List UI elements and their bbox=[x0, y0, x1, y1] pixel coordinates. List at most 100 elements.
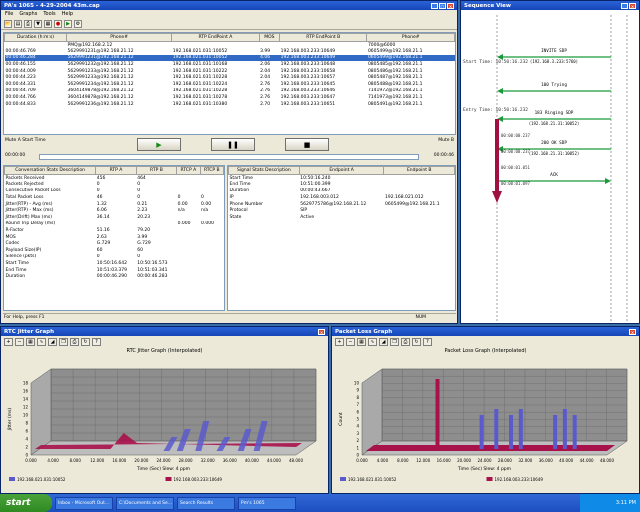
menu-graphs[interactable]: Graphs bbox=[19, 11, 37, 17]
stats-row[interactable]: MOS 2.63 3.99 bbox=[5, 234, 224, 241]
system-tray: 3:11 PM bbox=[580, 494, 640, 512]
column-header[interactable]: RTP B bbox=[135, 166, 178, 175]
call-row[interactable]: 00:00:46.155 5629991232@192.168.21.12 192.… bbox=[5, 61, 455, 68]
stats-row[interactable]: Round Trip Delay (ms) 0.000 0.000 bbox=[5, 221, 224, 228]
call-row[interactable]: 00:00:44.766 3604149878@192.168.21.12 192.… bbox=[5, 94, 455, 101]
stats-row[interactable]: Duration 00:00:46.290 00:00:46.283 bbox=[5, 273, 224, 280]
table-cell: Jitter(RTP) - Avg (ms) bbox=[5, 201, 53, 207]
maximize-button[interactable]: □ bbox=[439, 2, 446, 9]
call-row[interactable]: 00:00:44.833 5629991236@192.168.21.12 192.… bbox=[5, 101, 455, 108]
loss-close-button[interactable]: × bbox=[629, 328, 636, 335]
stats-row[interactable]: Total Packet Loss 46 0 0 0 bbox=[5, 194, 224, 201]
save-icon[interactable]: ▤ bbox=[14, 20, 22, 28]
call-row[interactable]: 00:00:44.331 5629991234@192.168.21.12 192.… bbox=[5, 81, 455, 88]
table-cell: 3604149878@192.168.21.12 bbox=[67, 95, 134, 101]
filter-icon[interactable]: ▼ bbox=[34, 20, 42, 28]
menu-help[interactable]: Help bbox=[62, 11, 73, 17]
sequence-titlebar[interactable]: Sequence View _ × bbox=[461, 1, 639, 10]
call-row[interactable]: 00:00:44.009 5629991233@192.168.21.12 192.… bbox=[5, 68, 455, 75]
stats-row[interactable]: Jitter(Drift) Max (ms) 36.14 20.23 bbox=[5, 214, 224, 221]
stats-row[interactable]: Payload Size(IP) 60 60 bbox=[5, 247, 224, 254]
column-header[interactable]: Conversation Stats Description bbox=[4, 166, 97, 175]
column-header[interactable]: Signal Stats Description bbox=[228, 166, 300, 175]
line-chart-icon[interactable]: ∿ bbox=[368, 338, 377, 346]
signal-row[interactable]: End Time 10:51:00.399 bbox=[229, 181, 455, 188]
main-titlebar[interactable]: PA's 1065 - 4-29-2004 43m.cap _ □ × bbox=[1, 1, 457, 10]
column-header[interactable]: MOS bbox=[258, 33, 281, 42]
stats-row[interactable]: Packets Received 456 464 bbox=[5, 175, 224, 182]
column-header[interactable]: RTCP A bbox=[176, 166, 201, 175]
settings-icon[interactable]: ⚙ bbox=[74, 20, 82, 28]
table-cell: 6.06 bbox=[96, 208, 107, 214]
bar-chart-icon[interactable]: ▦ bbox=[26, 338, 35, 346]
signal-row[interactable]: Protocol SIP bbox=[229, 207, 455, 214]
area-chart-icon[interactable]: ◢ bbox=[379, 338, 388, 346]
menu-file[interactable]: File bbox=[5, 11, 13, 17]
stats-row[interactable]: Start Time 10:50:16.642 10:50:16.573 bbox=[5, 260, 224, 267]
call-row[interactable]: 00:00:46.284 5629991231@192.168.21.12 192.… bbox=[4, 54, 455, 62]
stats-row[interactable]: R-Factor 51.16 79.20 bbox=[5, 227, 224, 234]
print-icon[interactable]: ⎙ bbox=[70, 338, 79, 346]
play-icon[interactable]: ▶ bbox=[64, 20, 72, 28]
signal-row[interactable]: Duration 00:00:43.667 bbox=[229, 188, 455, 195]
signal-row[interactable]: Phone Number 5629775786@192.168.21.12 0605… bbox=[229, 201, 455, 208]
signal-row[interactable]: Start Time 10:50:16.240 bbox=[229, 175, 455, 182]
call-row[interactable]: 00:00:44.709 3604149878@192.168.21.12 192.… bbox=[5, 88, 455, 95]
zoom-out-icon[interactable]: − bbox=[15, 338, 24, 346]
copy-icon[interactable]: ❐ bbox=[390, 338, 399, 346]
graph-icon[interactable]: ▦ bbox=[44, 20, 52, 28]
minimize-button[interactable]: _ bbox=[431, 2, 438, 9]
stats-row[interactable]: End Time 10:51:03.379 10:51:03.341 bbox=[5, 267, 224, 274]
help-icon[interactable]: ? bbox=[92, 338, 101, 346]
close-button[interactable]: × bbox=[447, 2, 454, 9]
stats-row[interactable]: Silence (pkts) 0 0 bbox=[5, 254, 224, 261]
bar-chart-icon[interactable]: ▦ bbox=[357, 338, 366, 346]
area-chart-icon[interactable]: ◢ bbox=[48, 338, 57, 346]
stop-button[interactable]: ■ bbox=[285, 138, 329, 151]
menu-tools[interactable]: Tools bbox=[43, 11, 55, 17]
task-search[interactable]: Search Results bbox=[177, 496, 235, 510]
stats-row[interactable]: Jitter(RTP) - Avg (ms) 1.32 0.21 0.00 0.00 bbox=[5, 201, 224, 208]
signal-row[interactable]: State Active bbox=[229, 214, 455, 221]
task-outlook[interactable]: Inbox - Microsoft Out... bbox=[55, 496, 113, 510]
loss-titlebar[interactable]: Packet Loss Graph × bbox=[332, 327, 639, 336]
column-header[interactable]: Endpoint A bbox=[298, 166, 385, 175]
signal-row[interactable]: IP 192.168.003.012 192.168.021.012 bbox=[229, 194, 455, 201]
start-button[interactable]: start bbox=[0, 494, 52, 512]
column-header[interactable]: Phone# bbox=[66, 33, 173, 42]
seq-minimize-button[interactable]: _ bbox=[621, 2, 628, 9]
stats-row[interactable]: Codec G.729 G.729 bbox=[5, 240, 224, 247]
line-chart-icon[interactable]: ∿ bbox=[37, 338, 46, 346]
task-explorer[interactable]: C:\Documents and Se... bbox=[116, 496, 174, 510]
column-header[interactable]: RTP A bbox=[95, 166, 137, 175]
pause-button[interactable]: ❚❚ bbox=[211, 138, 255, 151]
play-button[interactable]: ▶ bbox=[137, 138, 181, 151]
zoom-in-icon[interactable]: + bbox=[335, 338, 344, 346]
stats-row[interactable]: Packets Rejected 0 0 bbox=[5, 181, 224, 188]
stats-row[interactable]: Jitter(RTP) - Max (ms) 6.06 2.23 n/a n/a bbox=[5, 207, 224, 214]
column-header[interactable]: Endpoint B bbox=[383, 166, 455, 175]
copy-icon[interactable]: ❐ bbox=[59, 338, 68, 346]
jitter-close-button[interactable]: × bbox=[318, 328, 325, 335]
call-row[interactable]: 00:00:44.223 5629991233@192.168.21.12 192.… bbox=[5, 74, 455, 81]
column-header[interactable]: RTP EndPoint A bbox=[171, 33, 260, 42]
column-header[interactable]: RTCP B bbox=[199, 166, 224, 175]
column-header[interactable]: RTP EndPoint B bbox=[279, 33, 368, 42]
rotate-icon[interactable]: ↻ bbox=[81, 338, 90, 346]
call-row[interactable]: 00:00:46.769 5629991231@192.168.21.12 192.… bbox=[5, 48, 455, 55]
jitter-titlebar[interactable]: RTC Jitter Graph × bbox=[1, 327, 328, 336]
stats-row[interactable]: Consecutive Packet Loss 0 0 bbox=[5, 188, 224, 195]
rotate-icon[interactable]: ↻ bbox=[412, 338, 421, 346]
task-app[interactable]: Pm's 1065 bbox=[238, 496, 296, 510]
zoom-in-icon[interactable]: + bbox=[4, 338, 13, 346]
seq-close-button[interactable]: × bbox=[629, 2, 636, 9]
help-icon[interactable]: ? bbox=[423, 338, 432, 346]
stop-icon[interactable]: ● bbox=[54, 20, 62, 28]
column-header[interactable]: Duration (h:m:s) bbox=[4, 33, 68, 42]
print-icon[interactable]: ⎙ bbox=[24, 20, 32, 28]
zoom-out-icon[interactable]: − bbox=[346, 338, 355, 346]
playback-slider[interactable] bbox=[39, 154, 419, 160]
column-header[interactable]: Phone# bbox=[366, 33, 455, 42]
print-icon[interactable]: ⎙ bbox=[401, 338, 410, 346]
open-icon[interactable]: 📂 bbox=[4, 20, 12, 28]
